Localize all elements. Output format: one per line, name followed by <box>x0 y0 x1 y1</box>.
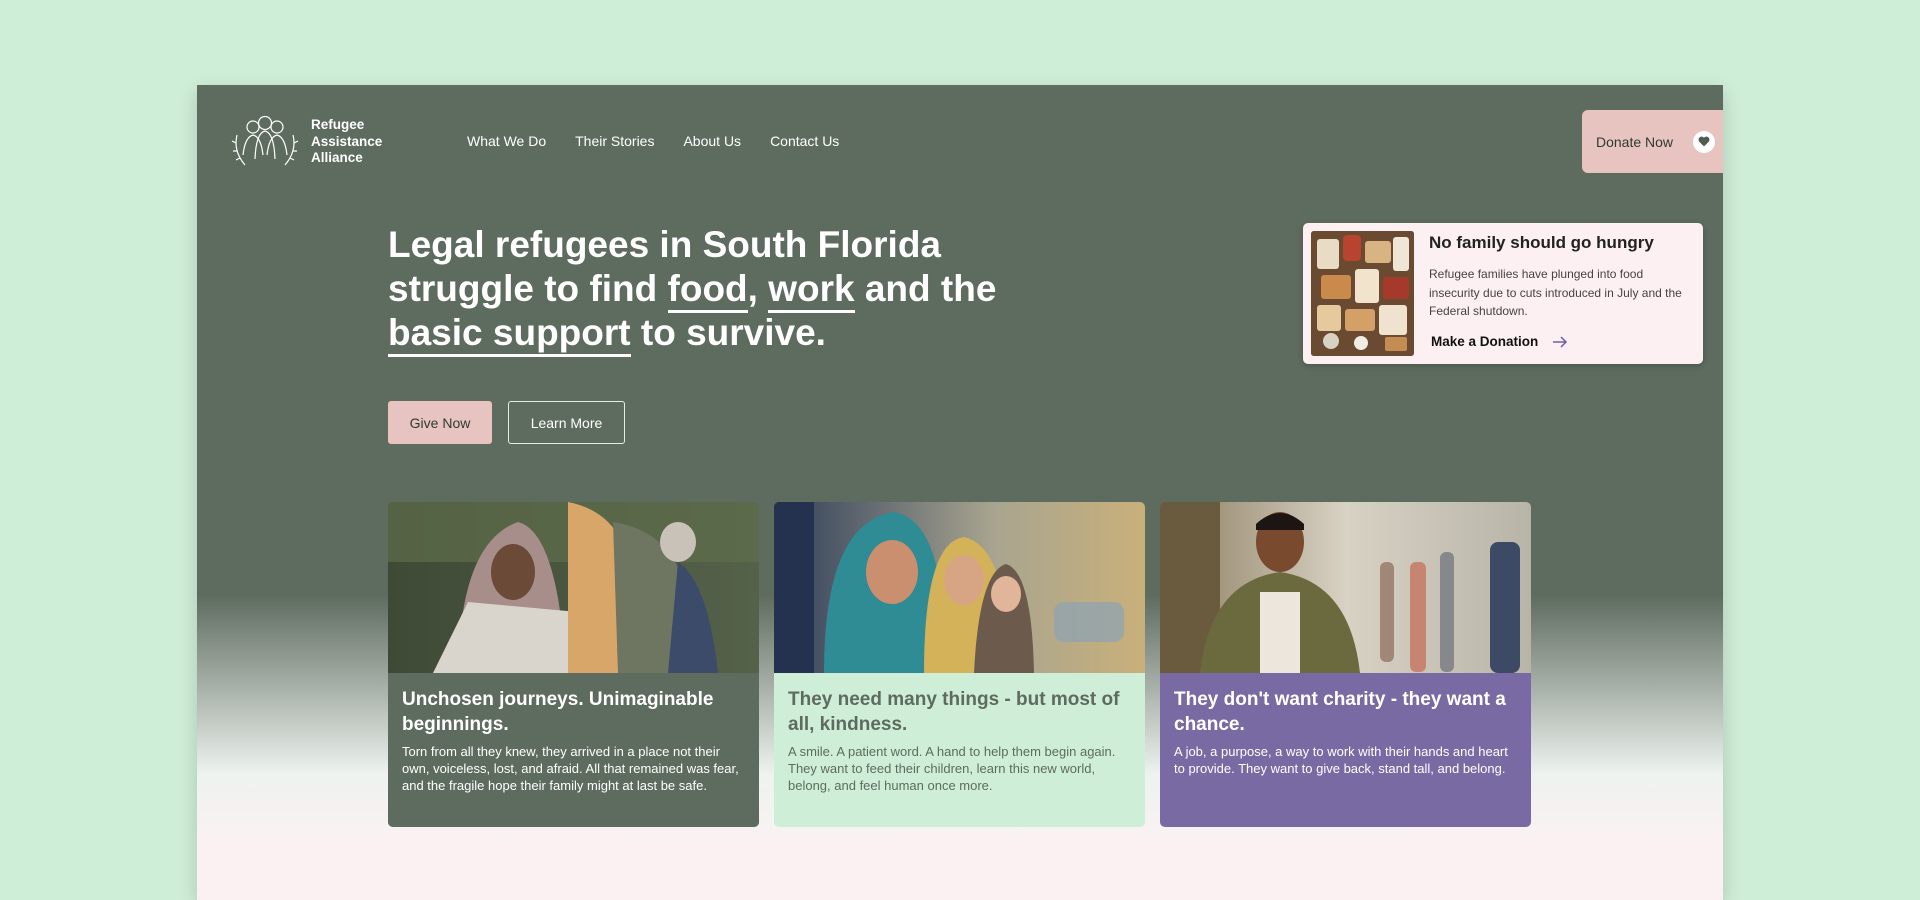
family-logo-icon <box>231 115 299 166</box>
make-donation-link[interactable]: Make a Donation <box>1431 334 1568 349</box>
nav-what-we-do[interactable]: What We Do <box>467 133 546 149</box>
card-body: Unchosen journeys. Unimaginable beginnin… <box>388 673 759 827</box>
hero-line-3-post: to survive. <box>630 312 826 353</box>
arrow-right-icon <box>1553 335 1568 348</box>
card-title: They don't want charity - they want a ch… <box>1174 689 1506 735</box>
hero-line-2-pre: struggle to find <box>388 268 668 309</box>
brand-line-2: Assistance <box>311 133 383 149</box>
hero-line-2-post: and the <box>854 268 997 309</box>
card-body: They don't want charity - they want a ch… <box>1160 673 1531 827</box>
nav-about-us[interactable]: About Us <box>683 133 741 149</box>
brand-name: Refugee Assistance Alliance <box>311 117 382 167</box>
card-text: A smile. A patient word. A hand to help … <box>788 744 1116 793</box>
story-card-chance[interactable]: They don't want charity - they want a ch… <box>1160 502 1531 827</box>
learn-more-button[interactable]: Learn More <box>508 401 625 444</box>
promo-title: No family should go hungry <box>1429 233 1654 252</box>
heart-icon <box>1693 130 1716 153</box>
card-body: They need many things - but most of all,… <box>774 673 1145 827</box>
card-text: A job, a purpose, a way to work with the… <box>1174 744 1508 776</box>
hero-phrase-support: basic support <box>388 312 631 357</box>
donation-promo-card: No family should go hungry Refugee famil… <box>1303 223 1703 364</box>
donate-now-button[interactable]: Donate Now <box>1582 110 1723 173</box>
brand-line-1: Refugee <box>311 117 365 133</box>
card-photo-embrace <box>388 502 759 673</box>
nav-contact-us[interactable]: Contact Us <box>770 133 839 149</box>
hero-word-food: food <box>667 268 748 313</box>
hero-word-work: work <box>768 268 855 313</box>
site-frame: Refugee Assistance Alliance What We Do T… <box>197 85 1723 900</box>
make-donation-label: Make a Donation <box>1431 334 1539 349</box>
brand-logo[interactable]: Refugee Assistance Alliance <box>231 115 382 169</box>
hero-line-2: struggle to find food, work and the <box>388 267 1048 313</box>
hero-heading: Legal refugees in South Florida struggle… <box>388 223 1048 357</box>
card-title: Unchosen journeys. Unimaginable beginnin… <box>402 689 714 735</box>
hero-line-3: basic support to survive. <box>388 311 1048 357</box>
story-card-journeys[interactable]: Unchosen journeys. Unimaginable beginnin… <box>388 502 759 827</box>
card-photo-family <box>774 502 1145 673</box>
card-photo-young-man <box>1160 502 1531 673</box>
food-image <box>1311 231 1414 356</box>
nav-their-stories[interactable]: Their Stories <box>575 133 654 149</box>
promo-text: Refugee families have plunged into food … <box>1429 267 1682 318</box>
card-text: Torn from all they knew, they arrived in… <box>402 744 739 793</box>
card-title: They need many things - but most of all,… <box>788 689 1120 735</box>
hero-comma: , <box>747 268 758 309</box>
donate-now-label: Donate Now <box>1596 133 1674 150</box>
main-nav: What We Do Their Stories About Us Contac… <box>467 133 839 149</box>
give-now-button[interactable]: Give Now <box>388 401 492 444</box>
brand-line-3: Alliance <box>311 150 363 166</box>
story-card-kindness[interactable]: They need many things - but most of all,… <box>774 502 1145 827</box>
hero-line-1: Legal refugees in South Florida <box>388 224 942 265</box>
